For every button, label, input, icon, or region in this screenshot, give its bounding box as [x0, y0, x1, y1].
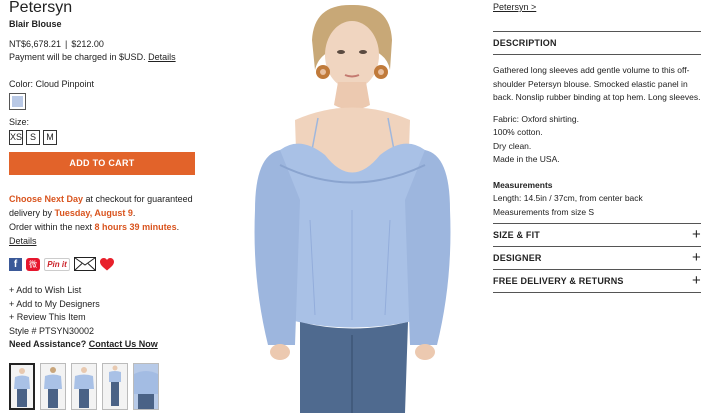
plus-icon: + [692, 249, 701, 266]
thumbnail-side[interactable] [71, 363, 97, 410]
breadcrumb: Petersyn > [493, 2, 701, 12]
style-number: Style # PTSYN30002 [9, 325, 95, 336]
designer-label: DESIGNER [493, 253, 542, 263]
order-suffix: . [176, 222, 180, 232]
delivery-returns-label: FREE DELIVERY & RETURNS [493, 276, 624, 286]
designer-section[interactable]: DESIGNER + [493, 247, 701, 269]
measurement-line: Measurements from size S [493, 206, 595, 217]
share-bar: f 微 Pin it [9, 256, 199, 272]
countdown-timer: 8 hours 39 minutes [94, 222, 177, 232]
size-selector: XS S M [9, 130, 199, 145]
color-label: Color: Cloud Pinpoint [9, 79, 95, 89]
fabric-line: 100% cotton. [493, 127, 543, 137]
price-twd: NT$6,678.21 [9, 39, 62, 49]
breadcrumb-designer-link[interactable]: Petersyn > [493, 2, 536, 12]
payment-note: Payment will be charged in $USD. Details [9, 52, 199, 62]
description-body: Gathered long sleeves add gentle volume … [493, 64, 701, 219]
delivery-info: Choose Next Day at checkout for guarante… [9, 192, 199, 248]
add-to-cart-button[interactable]: ADD TO CART [9, 152, 195, 175]
size-option-xs[interactable]: XS [9, 130, 23, 145]
payment-details-link[interactable]: Details [148, 52, 176, 62]
pinterest-button[interactable]: Pin it [44, 257, 70, 271]
size-fit-section[interactable]: SIZE & FIT + [493, 224, 701, 246]
thumbnail-full[interactable] [102, 363, 128, 410]
fabric-line: Made in the USA. [493, 154, 560, 164]
add-to-designers-link[interactable]: + Add to My Designers [9, 298, 199, 312]
price-line: NT$6,678.21 | $212.00 [9, 39, 199, 49]
size-option-m[interactable]: M [43, 130, 57, 145]
contact-us-link[interactable]: Contact Us Now [89, 339, 158, 349]
color-swatch-cloud-pinpoint[interactable] [9, 93, 26, 110]
description-heading: DESCRIPTION [493, 38, 557, 48]
price-usd: $212.00 [71, 39, 104, 49]
product-details-panel: Petersyn > DESCRIPTION Gathered long sle… [493, 0, 701, 293]
divider [493, 292, 701, 293]
delivery-text-2: delivery by [9, 208, 55, 218]
payment-note-text: Payment will be charged in $USD. [9, 52, 146, 62]
email-icon[interactable] [74, 257, 96, 271]
need-assistance-label: Need Assistance? [9, 339, 87, 349]
price-separator: | [65, 39, 68, 49]
product-actions: + Add to Wish List + Add to My Designers… [9, 284, 199, 352]
weibo-icon[interactable]: 微 [26, 257, 40, 271]
heart-icon[interactable] [100, 257, 114, 271]
measurements-title: Measurements [493, 179, 553, 190]
measurement-line: Length: 14.5in / 37cm, from center back [493, 193, 643, 203]
size-fit-label: SIZE & FIT [493, 230, 540, 240]
delivery-date: Tuesday, August 9 [54, 208, 133, 218]
fabric-line: Dry clean. [493, 140, 532, 151]
thumbnail-detail[interactable] [133, 363, 159, 410]
order-prefix: Order within the next [9, 222, 95, 232]
description-paragraph: Gathered long sleeves add gentle volume … [493, 65, 701, 102]
thumbnail-back[interactable] [40, 363, 66, 410]
product-info-panel: Petersyn Blair Blouse NT$6,678.21 | $212.0… [9, 0, 199, 352]
choose-next-day: Choose Next Day [9, 194, 84, 204]
product-hero-image[interactable] [240, 0, 465, 413]
description-header[interactable]: DESCRIPTION [493, 32, 701, 54]
review-item-link[interactable]: + Review This Item [9, 311, 199, 325]
facebook-icon[interactable]: f [9, 257, 22, 271]
product-name: Blair Blouse [9, 19, 62, 29]
size-label: Size: [9, 117, 30, 127]
brand-name[interactable]: Petersyn [9, 0, 199, 18]
add-to-wishlist-link[interactable]: + Add to Wish List [9, 284, 199, 298]
plus-icon: + [692, 272, 701, 289]
divider [493, 54, 701, 55]
delivery-period: . [132, 208, 136, 218]
thumbnail-strip [9, 363, 159, 410]
plus-icon: + [692, 226, 701, 243]
thumbnail-front[interactable] [9, 363, 35, 410]
size-option-s[interactable]: S [26, 130, 40, 145]
delivery-details-link[interactable]: Details [9, 236, 37, 246]
delivery-returns-section[interactable]: FREE DELIVERY & RETURNS + [493, 270, 701, 292]
delivery-text: at checkout for guaranteed [83, 194, 193, 204]
fabric-line: Fabric: Oxford shirting. [493, 113, 579, 124]
